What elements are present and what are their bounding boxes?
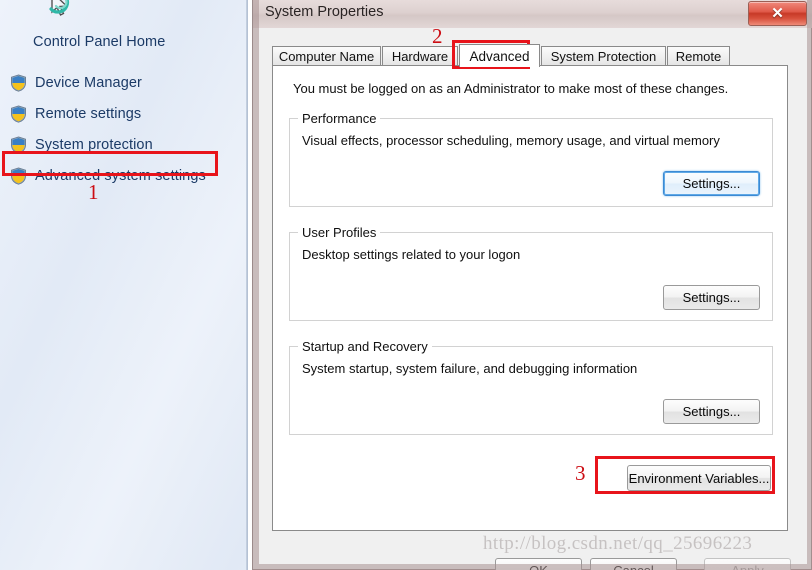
performance-group-label: Performance bbox=[298, 111, 381, 126]
apply-button: Apply bbox=[704, 558, 791, 570]
sidebar-item-device-manager[interactable]: Device Manager bbox=[10, 72, 142, 94]
dialog-title-bar: System Properties ✕ bbox=[253, 0, 812, 28]
sidebar-item-label: System protection bbox=[35, 137, 153, 153]
sidebar-item-remote-settings[interactable]: Remote settings bbox=[10, 103, 141, 125]
control-panel-divider bbox=[246, 0, 248, 570]
cancel-button[interactable]: Cancel bbox=[590, 558, 677, 570]
system-properties-dialog: System Properties ✕ Computer Name Hardwa… bbox=[252, 0, 812, 570]
uac-shield-icon bbox=[10, 105, 27, 123]
user-profiles-description: Desktop settings related to your logon bbox=[302, 247, 521, 262]
sidebar-item-system-protection[interactable]: System protection bbox=[10, 134, 153, 156]
performance-description: Visual effects, processor scheduling, me… bbox=[302, 133, 720, 148]
user-profiles-group: User Profiles Desktop settings related t… bbox=[289, 225, 773, 321]
uac-shield-icon bbox=[10, 167, 27, 185]
dialog-title: System Properties bbox=[265, 4, 384, 20]
dialog-footer: OK Cancel Apply bbox=[267, 548, 812, 570]
user-profiles-group-label: User Profiles bbox=[298, 225, 381, 240]
control-panel-home-link[interactable]: Control Panel Home bbox=[33, 34, 165, 50]
startup-recovery-group: Startup and Recovery System startup, sys… bbox=[289, 339, 773, 435]
startup-recovery-group-label: Startup and Recovery bbox=[298, 339, 432, 354]
sidebar-item-label: Device Manager bbox=[35, 75, 142, 91]
sidebar-item-advanced-system-settings[interactable]: Advanced system settings bbox=[10, 165, 206, 187]
close-icon: ✕ bbox=[771, 5, 784, 22]
tab-advanced[interactable]: Advanced bbox=[459, 44, 540, 67]
sidebar-item-label: Remote settings bbox=[35, 106, 142, 122]
startup-recovery-settings-button[interactable]: Settings... bbox=[663, 399, 760, 424]
close-button[interactable]: ✕ bbox=[748, 1, 807, 26]
screen-root: Control Panel Home Device Manager Remote… bbox=[0, 0, 812, 570]
ok-button[interactable]: OK bbox=[495, 558, 582, 570]
environment-variables-button[interactable]: Environment Variables... bbox=[627, 465, 771, 491]
tab-system-protection[interactable]: System Protection bbox=[541, 46, 666, 66]
advanced-tab-panel: You must be logged on as an Administrato… bbox=[272, 65, 788, 531]
user-profiles-settings-button[interactable]: Settings... bbox=[663, 285, 760, 310]
uac-shield-icon bbox=[10, 74, 27, 92]
tab-hardware[interactable]: Hardware bbox=[382, 46, 458, 66]
sidebar-item-label: Advanced system settings bbox=[35, 168, 206, 184]
uac-shield-icon bbox=[10, 136, 27, 154]
administrator-note: You must be logged on as an Administrato… bbox=[293, 81, 729, 96]
tab-remote[interactable]: Remote bbox=[667, 46, 730, 66]
tab-strip: Computer Name Hardware Advanced System P… bbox=[272, 44, 788, 67]
performance-settings-button[interactable]: Settings... bbox=[663, 171, 760, 196]
startup-recovery-description: System startup, system failure, and debu… bbox=[302, 361, 638, 376]
performance-group: Performance Visual effects, processor sc… bbox=[289, 111, 773, 207]
tab-computer-name[interactable]: Computer Name bbox=[272, 46, 381, 66]
dialog-client-area: Computer Name Hardware Advanced System P… bbox=[260, 28, 806, 570]
